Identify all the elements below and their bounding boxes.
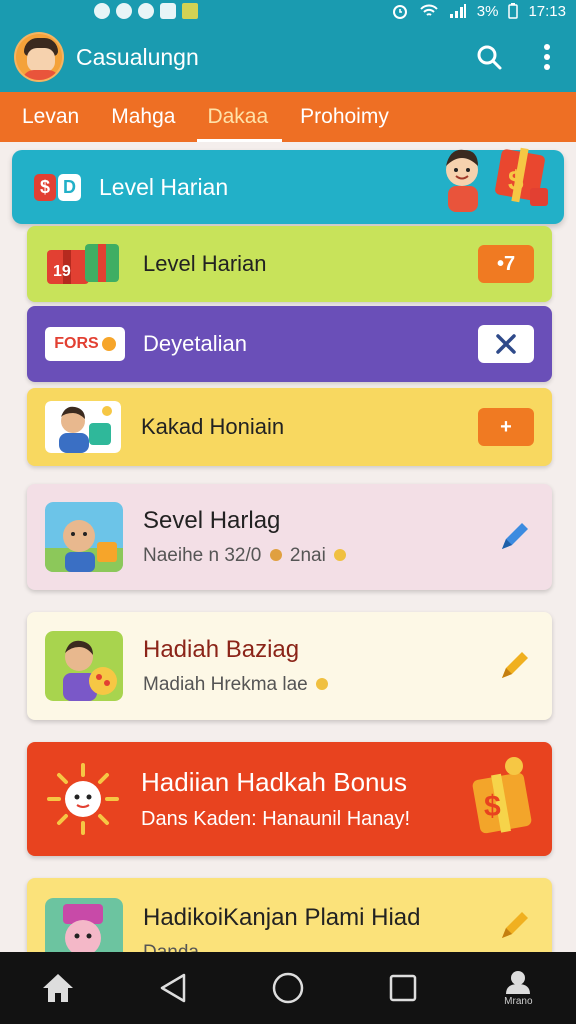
card-subtitle: Dans Kaden: Hanaunil Hanay! — [141, 808, 411, 830]
recents-button[interactable] — [373, 958, 433, 1018]
edit-icon[interactable] — [496, 908, 532, 944]
notification-icon — [160, 3, 176, 19]
pig-character-illustration — [45, 898, 123, 952]
tab-mahga[interactable]: Mahga — [111, 92, 175, 142]
clock: 17:13 — [528, 2, 566, 20]
battery-icon — [508, 3, 519, 19]
gift-icon: $ — [472, 757, 532, 834]
tab-bar: Levan Mahga Dakaa Prohoimy — [0, 92, 576, 142]
app-bar: Casualungn — [0, 22, 576, 92]
card-title: HadikoiKanjan Plami Hiad — [143, 904, 421, 931]
dollar-badge-icon: $ D — [34, 173, 82, 201]
character-illustration — [45, 502, 123, 572]
signal-icon — [449, 4, 466, 18]
svg-text:$: $ — [508, 165, 524, 196]
search-button[interactable] — [474, 42, 504, 72]
notification-icon — [116, 3, 132, 19]
more-options-button[interactable] — [532, 42, 562, 72]
recents-square-icon — [389, 974, 417, 1002]
home-button[interactable] — [28, 958, 88, 1018]
list-card[interactable]: Hadiah Baziag Madiah Hrekma lae — [27, 612, 552, 720]
list-card[interactable]: Sevel Harlag Naeihe n 32/0 2nai — [27, 484, 552, 590]
bonus-card[interactable]: Hadiian Hadkah Bonus Dans Kaden: Hanauni… — [27, 742, 552, 856]
svg-text:$: $ — [484, 790, 501, 823]
back-button[interactable] — [143, 958, 203, 1018]
gift-character-illustration: $ — [446, 147, 548, 212]
back-triangle-icon — [160, 973, 186, 1003]
sun-mascot-icon — [47, 763, 119, 835]
battery-percent: 3% — [476, 2, 499, 20]
row-title: Level Harian — [143, 251, 267, 276]
home-circle-button[interactable] — [258, 958, 318, 1018]
app-title: Casualungn — [76, 43, 199, 70]
profile-icon — [506, 970, 531, 994]
search-icon — [477, 45, 502, 70]
card-subtitle: Danda... — [143, 942, 420, 952]
close-icon — [496, 334, 516, 354]
more-vert-icon — [544, 44, 550, 70]
notification-icon — [94, 3, 110, 19]
svg-text:19: 19 — [53, 263, 71, 280]
tab-prohoimy[interactable]: Prohoimy — [300, 92, 389, 142]
row-action-button[interactable]: + — [478, 408, 534, 446]
notification-icons — [94, 3, 198, 19]
card-title: Hadiah Baziag — [143, 636, 300, 663]
list-item[interactable]: FORS Deyetalian — [27, 306, 552, 382]
notification-icon — [138, 3, 154, 19]
list-item[interactable]: Kakad Honiain + — [27, 388, 552, 466]
home-icon — [42, 974, 73, 1002]
gift-boxes-icon: 19 — [47, 244, 119, 284]
list-item[interactable]: 19 Level Harian •7 — [27, 226, 552, 302]
row-action-button[interactable]: •7 — [478, 245, 534, 283]
status-bar: 3% 17:13 — [0, 0, 576, 22]
header-card[interactable]: $ D Level Harian $ — [12, 147, 564, 224]
card-title: Hadiian Hadkah Bonus — [141, 767, 407, 797]
system-nav-bar: Mrano — [0, 952, 576, 1024]
profile-button[interactable]: Mrano — [488, 958, 548, 1018]
tab-dakaa[interactable]: Dakaa — [197, 92, 282, 142]
notification-icon — [182, 3, 198, 19]
row-title: Deyetalian — [143, 331, 247, 356]
header-title: Level Harian — [99, 173, 229, 200]
card-subtitle: Madiah Hrekma lae — [143, 674, 329, 696]
card-subtitle: Naeihe n 32/0 2nai — [143, 545, 347, 567]
profile-label: Mrano — [504, 995, 533, 1007]
fors-badge: FORS — [45, 327, 125, 361]
edit-icon[interactable] — [496, 648, 532, 684]
list-card[interactable]: HadikoiKanjan Plami Hiad Danda... — [27, 878, 552, 952]
alarm-icon — [392, 5, 407, 19]
row-title: Kakad Honiain — [141, 414, 285, 439]
close-button[interactable] — [478, 325, 534, 363]
wifi-icon — [420, 4, 438, 16]
edit-icon[interactable] — [496, 519, 532, 555]
tab-levan[interactable]: Levan — [22, 92, 79, 142]
person-with-phone-icon — [45, 401, 121, 453]
card-title: Sevel Harlag — [143, 507, 281, 534]
avatar[interactable] — [14, 32, 64, 82]
home-circle-icon — [272, 972, 304, 1004]
person-with-food-illustration — [45, 631, 123, 701]
